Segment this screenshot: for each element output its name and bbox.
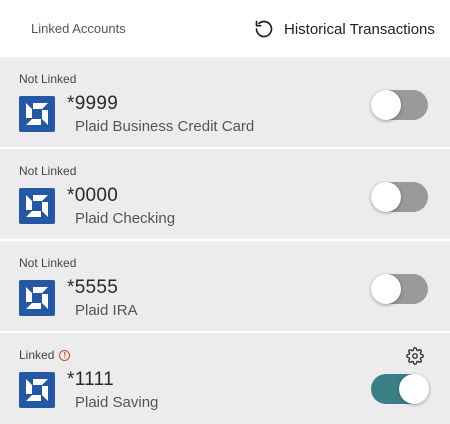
historical-transactions-button[interactable]: Historical Transactions: [254, 19, 435, 39]
toggle-knob: [371, 274, 401, 304]
account-number: *0000: [67, 185, 119, 206]
header: Linked Accounts Historical Transactions: [0, 0, 450, 57]
link-toggle[interactable]: [371, 374, 429, 404]
account-row: Not Linked *5555 Plaid IRA: [0, 241, 450, 331]
chase-logo-icon: [26, 195, 48, 217]
link-toggle[interactable]: [371, 274, 428, 304]
bank-logo: [19, 372, 55, 408]
account-row: Not Linked *9999 Plaid Business Credit C…: [0, 57, 450, 147]
account-name: Plaid Checking: [75, 210, 176, 227]
bank-logo: [19, 188, 55, 224]
history-icon: [255, 20, 273, 38]
warning-icon[interactable]: !: [59, 349, 71, 361]
page-title: Linked Accounts: [31, 21, 126, 36]
link-status: Not Linked: [19, 164, 76, 178]
account-name: Plaid Business Credit Card: [75, 118, 255, 135]
toggle-knob: [371, 90, 401, 120]
bank-logo: [19, 280, 55, 316]
link-toggle[interactable]: [371, 182, 428, 212]
link-toggle[interactable]: [371, 90, 428, 120]
toggle-knob: [371, 182, 401, 212]
account-number: *5555: [67, 277, 119, 298]
account-number: *1111: [67, 369, 114, 390]
account-name: Plaid Saving: [75, 394, 159, 411]
account-row: Not Linked *0000 Plaid Checking: [0, 149, 450, 239]
chase-logo-icon: [26, 103, 48, 125]
toggle-knob: [399, 374, 429, 404]
link-status-label: Not Linked: [19, 256, 77, 270]
link-status-label: Not Linked: [19, 164, 77, 178]
bank-logo: [19, 96, 55, 132]
link-status-label: Not Linked: [19, 72, 77, 86]
historical-transactions-label: Historical Transactions: [284, 20, 435, 38]
account-number: *9999: [67, 93, 119, 114]
account-name: Plaid IRA: [75, 302, 138, 319]
link-status-label: Linked: [19, 348, 55, 362]
link-status: Linked !: [19, 348, 71, 362]
link-status: Not Linked: [19, 256, 76, 270]
chase-logo-icon: [26, 379, 48, 401]
gear-icon[interactable]: [406, 347, 424, 365]
link-status: Not Linked: [19, 72, 76, 86]
chase-logo-icon: [26, 287, 48, 309]
account-row: Linked ! *1111 Plaid Saving: [0, 333, 450, 424]
